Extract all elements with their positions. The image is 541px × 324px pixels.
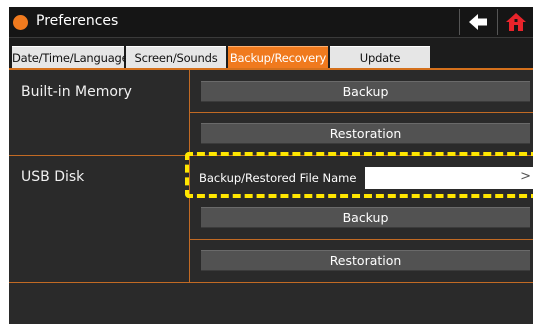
tab-backup-recovery[interactable]: Backup/Recovery — [228, 46, 328, 68]
row-divider — [189, 239, 533, 240]
home-icon — [506, 13, 526, 31]
usb-backup-button[interactable]: Backup — [201, 207, 530, 228]
backup-recovery-panel: Built-in Memory Backup Restoration USB D… — [9, 70, 533, 324]
builtin-restoration-button[interactable]: Restoration — [201, 123, 530, 144]
preferences-screen: Preferences Date/Time/Language Screen/So… — [9, 7, 533, 324]
usb-disk-label: USB Disk — [21, 169, 85, 185]
builtin-memory-label: Built-in Memory — [21, 84, 132, 100]
tab-update[interactable]: Update — [330, 46, 430, 68]
back-arrow-icon — [469, 14, 487, 30]
window-title: Preferences — [36, 13, 119, 29]
builtin-backup-button[interactable]: Backup — [201, 81, 530, 102]
back-button[interactable] — [460, 7, 496, 37]
row-divider — [189, 112, 533, 113]
tab-date-time-language[interactable]: Date/Time/Language — [12, 46, 129, 68]
highlight-box — [185, 152, 533, 198]
usb-restoration-button[interactable]: Restoration — [201, 250, 530, 271]
title-bar: Preferences — [9, 7, 533, 38]
tab-bar: Date/Time/Language Screen/Sounds Backup/… — [9, 38, 533, 70]
home-button[interactable] — [498, 7, 533, 37]
section-divider — [9, 282, 533, 283]
status-dot-icon — [13, 15, 28, 30]
tab-screen-sounds[interactable]: Screen/Sounds — [126, 46, 226, 68]
